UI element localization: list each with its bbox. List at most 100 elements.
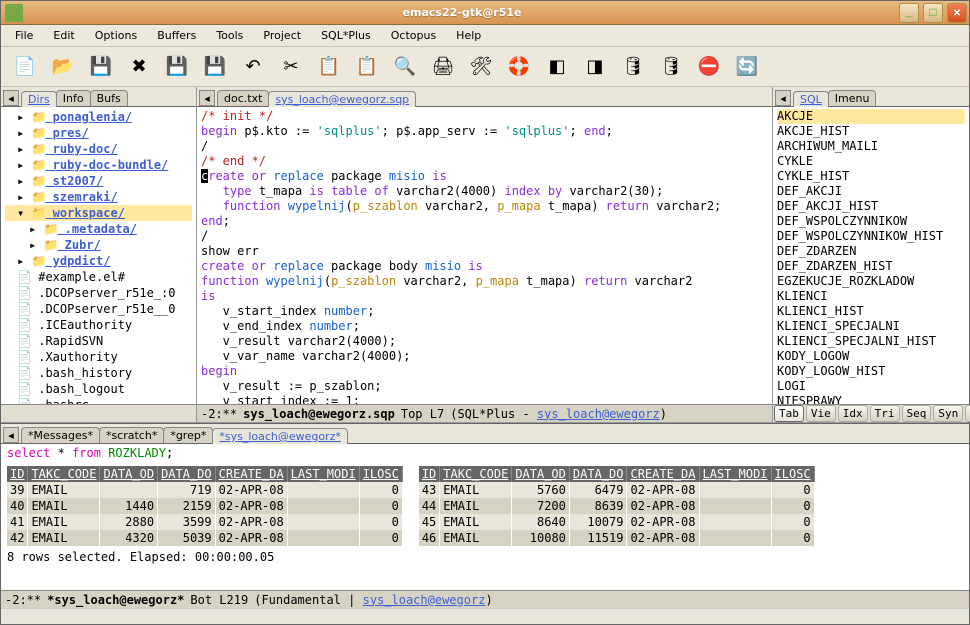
dir-tree[interactable]: 📁 ponaglenia/📁 pres/📁 ruby-doc/📁 ruby-do… [1, 107, 196, 404]
tree-folder[interactable]: 📁 Zubr/ [5, 237, 192, 253]
close-window-button[interactable]: ✕ [947, 3, 967, 23]
menu-options[interactable]: Options [87, 27, 145, 44]
tree-file[interactable]: 📄 .bash_history [5, 365, 192, 381]
sql-object[interactable]: KODY_LOGOW [777, 349, 965, 364]
menu-sql-plus[interactable]: SQL*Plus [313, 27, 379, 44]
tab-imenu[interactable]: Imenu [828, 90, 877, 106]
tree-file[interactable]: 📄 .RapidSVN [5, 333, 192, 349]
sql-query: select * from ROZKLADY; [7, 446, 963, 460]
sql-object[interactable]: KLIENCI_SPECJALNI_HIST [777, 334, 965, 349]
copy-icon[interactable]: 📋 [315, 53, 343, 81]
tree-file[interactable]: 📄 .DCOPserver_r51e_:0 [5, 285, 192, 301]
sql-output[interactable]: select * from ROZKLADY; IDTAKC_CODEDATA_… [1, 444, 969, 590]
stop-icon[interactable]: ⛔ [695, 53, 723, 81]
sql-object[interactable]: LOGI [777, 379, 965, 394]
col-header: ILOSC [359, 466, 402, 482]
sql-object[interactable]: EGZEKUCJE_ROZKLADOW [777, 274, 965, 289]
sql-object[interactable]: CYKLE_HIST [777, 169, 965, 184]
save-all-icon[interactable]: 💾 [87, 53, 115, 81]
tree-folder[interactable]: 📁 ponaglenia/ [5, 109, 192, 125]
tab-doc-txt[interactable]: doc.txt [217, 90, 269, 106]
tab-bufs[interactable]: Bufs [90, 90, 128, 106]
db-play-icon[interactable]: 🛢 [657, 53, 685, 81]
pane-collapse-icon[interactable]: ◂ [775, 90, 791, 106]
tree-folder[interactable]: 📁 szemraki/ [5, 189, 192, 205]
pane-collapse-icon[interactable]: ◂ [199, 90, 215, 106]
filter-pkg[interactable]: Pkg [965, 405, 970, 422]
panel-right-icon[interactable]: ◨ [581, 53, 609, 81]
save-icon[interactable]: 💾 [163, 53, 191, 81]
tree-file[interactable]: 📄 .bashrc [5, 397, 192, 404]
sql-object[interactable]: DEF_ZDARZEN [777, 244, 965, 259]
undo-icon[interactable]: ↶ [239, 53, 267, 81]
menu-project[interactable]: Project [255, 27, 309, 44]
tree-file[interactable]: 📄 #example.el# [5, 269, 192, 285]
tab--messages-[interactable]: *Messages* [21, 427, 100, 443]
panel-left-icon[interactable]: ◧ [543, 53, 571, 81]
filter-tab[interactable]: Tab [774, 405, 804, 422]
tree-folder[interactable]: 📁 ruby-doc-bundle/ [5, 157, 192, 173]
new-file-icon[interactable]: 📄 [11, 53, 39, 81]
menu-help[interactable]: Help [448, 27, 489, 44]
cut-icon[interactable]: ✂ [277, 53, 305, 81]
sql-object[interactable]: NIESPRAWY [777, 394, 965, 404]
sql-object[interactable]: DEF_WSPOLCZYNNIKOW [777, 214, 965, 229]
tab-sys_loach-ewegorz-sqp[interactable]: sys_loach@ewegorz.sqp [268, 91, 416, 107]
sql-object[interactable]: KLIENCI [777, 289, 965, 304]
maximize-button[interactable]: □ [923, 3, 943, 23]
tree-file[interactable]: 📄 .DCOPserver_r51e__0 [5, 301, 192, 317]
tree-folder[interactable]: 📁 pres/ [5, 125, 192, 141]
tree-file[interactable]: 📄 .Xauthority [5, 349, 192, 365]
menu-file[interactable]: File [7, 27, 41, 44]
tree-folder[interactable]: 📁 ydpdict/ [5, 253, 192, 269]
tree-folder[interactable]: 📁 st2007/ [5, 173, 192, 189]
menu-buffers[interactable]: Buffers [149, 27, 204, 44]
tab-info[interactable]: Info [56, 90, 91, 106]
sql-object-list[interactable]: AKCJEAKCJE_HISTARCHIWUM_MAILICYKLECYKLE_… [773, 107, 969, 404]
sql-object[interactable]: AKCJE_HIST [777, 124, 965, 139]
menu-edit[interactable]: Edit [45, 27, 82, 44]
tree-file[interactable]: 📄 .ICEauthority [5, 317, 192, 333]
db-icon[interactable]: 🛢 [619, 53, 647, 81]
sql-object[interactable]: DEF_AKCJI [777, 184, 965, 199]
sql-object[interactable]: AKCJE [777, 109, 965, 124]
help-icon[interactable]: 🛟 [505, 53, 533, 81]
filter-idx[interactable]: Idx [838, 405, 868, 422]
pane-collapse-icon[interactable]: ◂ [3, 427, 19, 443]
paste-icon[interactable]: 📋 [353, 53, 381, 81]
refresh-icon[interactable]: 🔄 [733, 53, 761, 81]
tree-file[interactable]: 📄 .bash_logout [5, 381, 192, 397]
tab-sql[interactable]: SQL [793, 91, 829, 107]
close-icon[interactable]: ✖ [125, 53, 153, 81]
menu-octopus[interactable]: Octopus [383, 27, 444, 44]
menu-tools[interactable]: Tools [208, 27, 251, 44]
sql-object[interactable]: DEF_WSPOLCZYNNIKOW_HIST [777, 229, 965, 244]
sql-object[interactable]: DEF_ZDARZEN_HIST [777, 259, 965, 274]
filter-tri[interactable]: Tri [870, 405, 900, 422]
minimize-button[interactable]: _ [899, 3, 919, 23]
tree-folder[interactable]: 📁 .metadata/ [5, 221, 192, 237]
sql-object[interactable]: KLIENCI_HIST [777, 304, 965, 319]
filter-seq[interactable]: Seq [902, 405, 932, 422]
sql-object[interactable]: CYKLE [777, 154, 965, 169]
filter-syn[interactable]: Syn [933, 405, 963, 422]
tree-folder[interactable]: 📁 ruby-doc/ [5, 141, 192, 157]
sql-object[interactable]: KODY_LOGOW_HIST [777, 364, 965, 379]
sql-object[interactable]: DEF_AKCJI_HIST [777, 199, 965, 214]
print-icon[interactable]: 🖨 [429, 53, 457, 81]
filter-vie[interactable]: Vie [806, 405, 836, 422]
search-icon[interactable]: 🔍 [391, 53, 419, 81]
code-editor[interactable]: /* init */begin p$.kto := 'sqlplus'; p$.… [197, 107, 772, 404]
tab--scratch-[interactable]: *scratch* [99, 427, 164, 443]
tab-dirs[interactable]: Dirs [21, 91, 57, 107]
sql-object[interactable]: ARCHIWUM_MAILI [777, 139, 965, 154]
sql-object[interactable]: KLIENCI_SPECJALNI [777, 319, 965, 334]
tree-item-label: .DCOPserver_r51e__0 [31, 302, 176, 316]
save-as-icon[interactable]: 💾 [201, 53, 229, 81]
pane-collapse-icon[interactable]: ◂ [3, 90, 19, 106]
tab--sys_loach-ewegorz-[interactable]: *sys_loach@ewegorz* [212, 428, 348, 444]
open-icon[interactable]: 📂 [49, 53, 77, 81]
tree-folder[interactable]: 📁 workspace/ [5, 205, 192, 221]
preferences-icon[interactable]: 🛠 [467, 53, 495, 81]
tab--grep-[interactable]: *grep* [163, 427, 213, 443]
